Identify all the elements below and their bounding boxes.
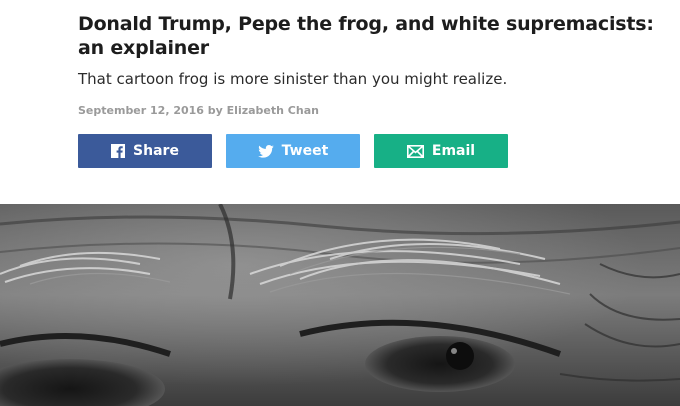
article-header: Donald Trump, Pepe the frog, and white s… (78, 12, 673, 117)
article-dek: That cartoon frog is more sinister than … (78, 70, 508, 88)
hero-photo-eyes (0, 204, 680, 406)
envelope-icon (406, 144, 424, 158)
facebook-share-button[interactable]: Share (78, 134, 212, 168)
twitter-share-button[interactable]: Tweet (226, 134, 360, 168)
article-byline: September 12, 2016 by Elizabeth Chan (78, 104, 319, 117)
twitter-bird-icon (257, 144, 274, 158)
article-headline: Donald Trump, Pepe the frog, and white s… (78, 13, 654, 59)
facebook-icon (111, 144, 126, 158)
email-share-button[interactable]: Email (374, 134, 508, 168)
twitter-share-label: Tweet (281, 143, 329, 159)
share-bar: Share Tweet Email (78, 134, 508, 168)
email-share-label: Email (431, 143, 476, 159)
hero-image (0, 204, 680, 406)
facebook-share-label: Share (133, 143, 179, 159)
